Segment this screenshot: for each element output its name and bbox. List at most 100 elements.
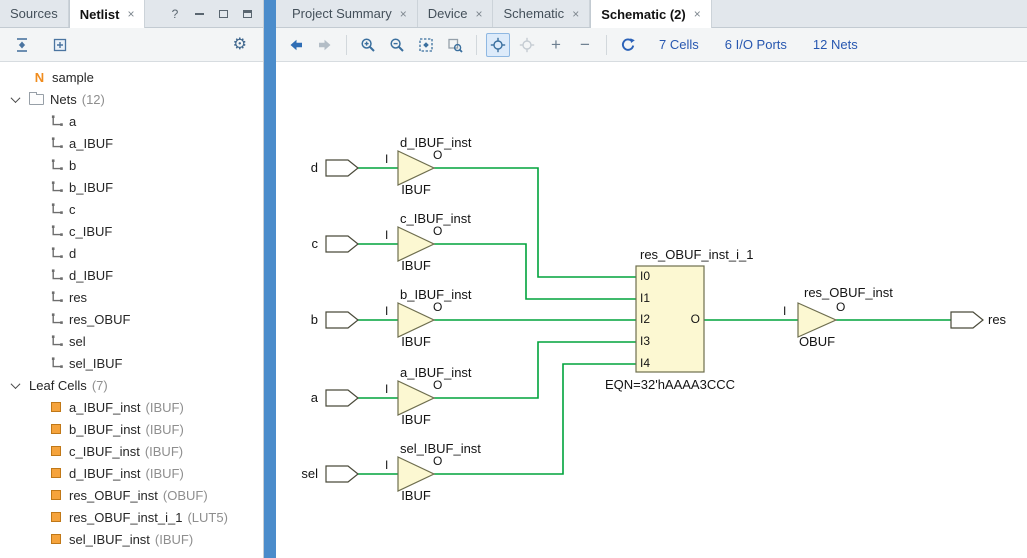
net-label: d [69,246,76,261]
maximize-icon[interactable] [217,8,229,20]
zoom-in-icon[interactable] [356,33,380,57]
close-icon[interactable]: × [475,7,482,21]
net-icon [51,225,63,237]
schematic-drawing[interactable] [276,62,1027,558]
toolbar-separator [606,35,607,55]
tab-project-summary[interactable]: Project Summary × [282,0,418,27]
close-icon[interactable]: × [400,7,407,21]
minus-icon[interactable]: − [573,33,597,57]
tree-group-leaf-cells[interactable]: Leaf Cells (7) [0,374,263,396]
expand-cone-icon[interactable] [515,33,539,57]
forward-arrow-icon[interactable] [313,33,337,57]
panel-splitter[interactable] [264,0,276,558]
tree-item-net[interactable]: d_IBUF [0,264,263,286]
autofit-selection-icon[interactable] [486,33,510,57]
tree-item-net[interactable]: c_IBUF [0,220,263,242]
tree-item-cell[interactable]: res_OBUF_inst_i_1 (LUT5) [0,506,263,528]
stat-link[interactable]: 12 Nets [813,37,858,52]
cell-type: (OBUF) [163,488,208,503]
collapse-all-icon[interactable] [10,33,34,57]
tree-item-net[interactable]: d [0,242,263,264]
chevron-down-icon[interactable] [11,379,21,389]
schematic-panel: Project Summary × Device × Schematic × S… [276,0,1027,558]
tab-schematic[interactable]: Schematic × [493,0,590,27]
help-icon[interactable]: ? [169,8,181,20]
tree-group-nets[interactable]: Nets (12) [0,88,263,110]
cell-type: (IBUF) [155,532,193,547]
tree-item-cell[interactable]: sel_IBUF_inst (IBUF) [0,528,263,550]
nets-group-label: Nets [50,92,77,107]
net-label: res_OBUF [69,312,130,327]
net-label: sel [69,334,86,349]
settings-gear-icon[interactable]: ⚙ [233,37,247,53]
cells-group-count: (7) [92,378,108,393]
zoom-fit-icon[interactable] [414,33,438,57]
zoom-out-icon[interactable] [385,33,409,57]
float-icon[interactable] [241,8,253,20]
obuf-input-pin-label: I [783,303,786,320]
net-icon [51,313,63,325]
net-label: b [69,158,76,173]
cell-label: res_OBUF_inst [69,488,158,503]
tab-netlist[interactable]: Netlist × [69,0,146,28]
stat-link[interactable]: 7 Cells [659,37,699,52]
close-icon[interactable]: × [572,7,579,21]
tree-item-sample[interactable]: N sample [0,66,263,88]
plus-icon[interactable]: + [544,33,568,57]
right-tabbar: Project Summary × Device × Schematic × S… [276,0,1027,28]
nets-list: a a_IBUF b b_IBUF [0,110,263,374]
tab-label: Schematic (2) [601,7,686,22]
net-label: b_IBUF [69,180,113,195]
cell-type: (IBUF) [146,422,184,437]
tab-device[interactable]: Device × [418,0,494,27]
tree-item-cell[interactable]: c_IBUF_inst (IBUF) [0,440,263,462]
minus-glyph: − [580,36,590,53]
tree-item-net[interactable]: a [0,110,263,132]
close-icon[interactable]: × [127,7,134,21]
float-glyph [243,10,252,18]
tree-item-net[interactable]: sel [0,330,263,352]
tree-item-net[interactable]: res [0,286,263,308]
leaf-cell-icon [51,490,61,500]
schematic-canvas[interactable]: d d_IBUF_inst I O IBUF c c_IBUF_inst I O… [276,62,1027,558]
net-label: a_IBUF [69,136,113,151]
tree-item-net[interactable]: a_IBUF [0,132,263,154]
back-arrow-icon[interactable] [284,33,308,57]
tree-item-net[interactable]: c [0,198,263,220]
schematic-stats: 7 Cells 6 I/O Ports 12 Nets [659,37,858,52]
net-label: c [69,202,76,217]
minimize-icon[interactable] [193,8,205,20]
net-icon [51,115,63,127]
cells-list: a_IBUF_inst (IBUF) b_IBUF_inst (IBUF) c_… [0,396,263,550]
tree-item-cell[interactable]: d_IBUF_inst (IBUF) [0,462,263,484]
close-icon[interactable]: × [694,7,701,21]
tree-item-cell[interactable]: a_IBUF_inst (IBUF) [0,396,263,418]
tree-item-net[interactable]: b_IBUF [0,176,263,198]
expand-all-icon[interactable] [48,33,72,57]
tree-item-cell[interactable]: b_IBUF_inst (IBUF) [0,418,263,440]
cell-type: (LUT5) [187,510,227,525]
minimize-glyph [195,12,204,15]
tree-item-net[interactable]: res_OBUF [0,308,263,330]
chevron-down-icon[interactable] [11,93,21,103]
toolbar-separator [476,35,477,55]
netlist-root-icon: N [33,70,46,85]
tab-netlist-label: Netlist [80,7,120,22]
tab-schematic-2[interactable]: Schematic (2) × [590,0,712,28]
net-icon [51,159,63,171]
cell-label: b_IBUF_inst [69,422,141,437]
net-icon [51,203,63,215]
leaf-cell-icon [51,446,61,456]
zoom-selection-icon[interactable] [443,33,467,57]
tree-item-cell[interactable]: res_OBUF_inst (OBUF) [0,484,263,506]
vivado-window: Sources Netlist × ? ⚙ N [0,0,1027,558]
net-icon [51,247,63,259]
left-tabbar: Sources Netlist × ? [0,0,263,28]
regenerate-layout-icon[interactable] [616,33,640,57]
tab-sources[interactable]: Sources [0,0,69,27]
obuf-type-label: OBUF [796,333,838,350]
netlist-tree: N sample Nets (12) a a_IBUF [0,62,263,558]
tree-item-net[interactable]: b [0,154,263,176]
stat-link[interactable]: 6 I/O Ports [725,37,787,52]
tree-item-net[interactable]: sel_IBUF [0,352,263,374]
